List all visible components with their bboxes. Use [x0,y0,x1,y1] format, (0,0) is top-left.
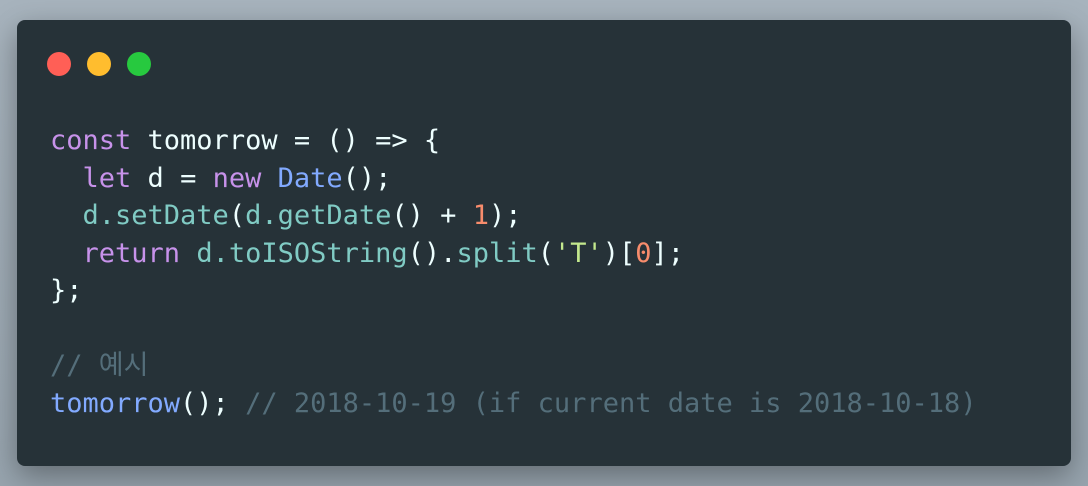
close-dot-icon[interactable] [47,52,71,76]
code-line: return d.toISOString().split('T')[0]; [50,235,977,273]
code-token-plain: }; [50,275,83,306]
code-line: // 예시 [50,347,977,385]
code-token-number: 1 [472,200,489,231]
code-line: }; [50,272,977,310]
window-controls [47,52,151,76]
code-line: d.setDate(d.getDate() + 1); [50,197,977,235]
code-token-plain: ); [488,200,522,231]
minimize-dot-icon[interactable] [87,52,111,76]
code-token-keyword: const [50,125,132,156]
code-token-keyword: new [212,162,262,194]
code-token-property: d.getDate [245,200,392,231]
code-window: const tomorrow = () => { let d = new Dat… [17,20,1071,466]
code-line: let d = new Date(); [50,160,977,198]
code-token-function: tomorrow [50,387,181,419]
code-token-plain: ( [228,200,246,231]
code-token-string: 'T' [553,237,603,269]
code-token-keyword: let [82,162,132,194]
code-token-number: 0 [635,237,652,269]
code-token-plain: (); [342,162,392,194]
code-token-plain: ]; [651,237,685,269]
code-token-keyword: return [82,237,181,269]
code-block: const tomorrow = () => { let d = new Dat… [50,122,977,422]
zoom-dot-icon[interactable] [127,52,151,76]
code-token-plain: ( [537,237,554,269]
code-token-plain: () + [391,200,473,231]
code-line: const tomorrow = () => { [50,122,977,160]
code-line: tomorrow(); // 2018-10-19 (if current da… [50,385,977,423]
code-token-comment: // 2018-10-19 (if current date is 2018-1… [245,387,977,419]
code-token-property: split [456,237,538,269]
code-token-plain: tomorrow = () => { [131,125,441,156]
code-token-function: Date [277,162,343,194]
code-token-comment: // 예시 [50,350,149,381]
code-token-property: d.setDate [82,200,229,231]
code-token-plain: )[ [602,237,636,269]
code-token-plain: d = [131,162,213,194]
code-token-property: d.toISOString [196,237,408,269]
code-token-plain: (). [407,237,457,269]
code-token-plain: (); [180,387,246,419]
